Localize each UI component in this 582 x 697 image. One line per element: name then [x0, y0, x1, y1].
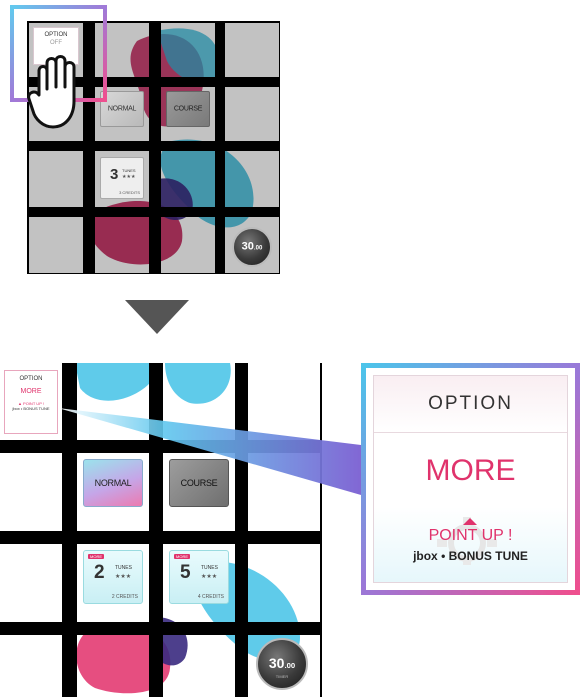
tune-credits: 4 CREDITS [197, 594, 224, 600]
option-value: MORE [20, 388, 42, 395]
grid-line [0, 622, 322, 635]
tune-number: 2 [94, 562, 105, 583]
timer-value: 30.00 [241, 240, 263, 253]
timer-sub: TIMER [275, 674, 289, 679]
tune-number: 5 [180, 562, 191, 583]
card-tag: MORE [88, 554, 104, 559]
tune-card-2[interactable]: MORE 2 TUNES ★★★ 2 CREDITS [83, 550, 143, 604]
tune-unit: TUNES [201, 565, 218, 571]
course-label: COURSE [173, 105, 203, 113]
normal-button[interactable]: NORMAL [83, 459, 143, 507]
tune-card[interactable]: 3 TUNES ★★★ 3 CREDITS [100, 157, 144, 199]
course-button[interactable]: COURSE [166, 91, 210, 127]
option-zoom-card: OPTION MORE POINT UP ! jbox • BONUS TUNE [373, 375, 568, 583]
zoom-point-up-section: POINT UP ! jbox • BONUS TUNE [374, 507, 567, 582]
timer-display: 30.00 TIMER [256, 638, 308, 690]
normal-label: NORMAL [94, 478, 132, 488]
tune-stars: ★★★ [115, 574, 132, 580]
tune-stars: ★★★ [122, 174, 136, 180]
option-button[interactable]: OPTION MORE ▲ POINT UP ! jbox • BONUS TU… [4, 370, 58, 434]
caret-up-icon [463, 518, 477, 525]
grid-line [235, 363, 248, 697]
normal-label: NORMAL [107, 105, 137, 113]
card-tag: MORE [174, 554, 190, 559]
bottom-screen-panel: OPTION MORE ▲ POINT UP ! jbox • BONUS TU… [0, 363, 322, 697]
zoom-subtitle: jbox • BONUS TUNE [413, 549, 528, 563]
grid-line [27, 207, 280, 217]
zoom-point-up: POINT UP ! [428, 527, 513, 544]
zoom-option-title: OPTION [374, 376, 567, 432]
tune-unit: TUNES [115, 565, 132, 571]
option-title: OPTION [19, 376, 43, 382]
grid-line [0, 531, 322, 544]
tune-stars: ★★★ [201, 574, 218, 580]
grid-line [149, 363, 163, 697]
tune-unit: TUNES [122, 168, 136, 173]
grid-line [27, 141, 280, 151]
tune-card-5[interactable]: MORE 5 TUNES ★★★ 4 CREDITS [169, 550, 229, 604]
course-label: COURSE [180, 478, 218, 488]
hand-pointer-icon [27, 55, 76, 129]
timer-display: 30.00 [232, 227, 272, 267]
tune-number: 3 [110, 166, 119, 183]
grid-line [62, 363, 77, 697]
option-zoom-callout: OPTION MORE POINT UP ! jbox • BONUS TUNE [361, 363, 580, 595]
tune-credits: 2 CREDITS [111, 594, 138, 600]
grid-line [0, 440, 322, 453]
arrow-down-icon [125, 300, 189, 334]
option-sub: jbox • BONUS TUNE [12, 406, 50, 411]
course-button[interactable]: COURSE [169, 459, 229, 507]
timer-value: 30.00 [268, 655, 296, 672]
zoom-option-value: MORE [374, 432, 567, 509]
tune-credits: 3 CREDITS [119, 190, 140, 195]
